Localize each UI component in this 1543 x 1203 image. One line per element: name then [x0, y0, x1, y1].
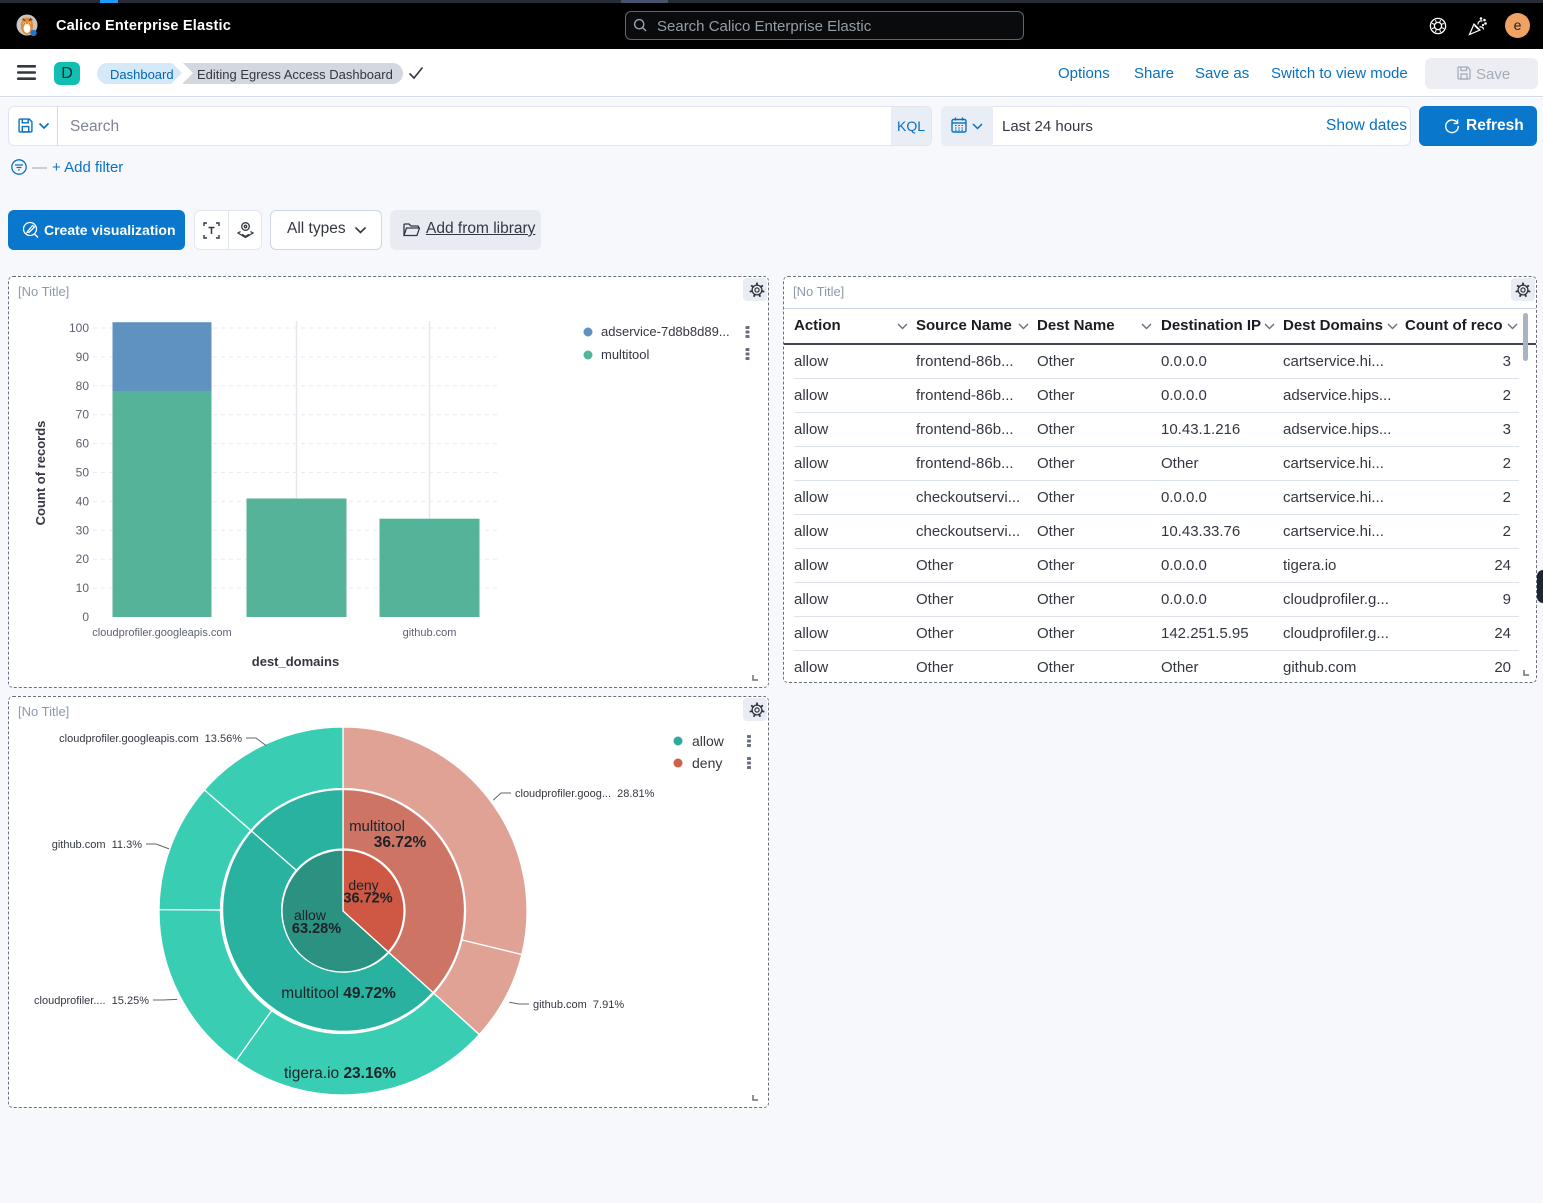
svg-text:github.com 7.91%: github.com 7.91%	[533, 999, 624, 1011]
svg-text:0: 0	[82, 610, 89, 624]
svg-text:63.28%: 63.28%	[292, 921, 341, 937]
svg-text:github.com 11.3%: github.com 11.3%	[52, 839, 143, 851]
svg-text:adservice-7d8b8d89...: adservice-7d8b8d89...	[601, 324, 730, 339]
svg-text:multitool: multitool	[349, 818, 405, 835]
svg-text:cloudprofiler.googleapis.com: cloudprofiler.googleapis.com 13.56%	[59, 733, 242, 745]
svg-text:multitool: multitool	[601, 347, 650, 362]
svg-text:tigera.io 23.16%: tigera.io 23.16%	[284, 1065, 396, 1082]
svg-text:36.72%: 36.72%	[343, 891, 392, 907]
svg-text:100: 100	[69, 321, 89, 335]
svg-text:70: 70	[76, 408, 90, 422]
svg-text:50: 50	[76, 466, 90, 480]
svg-text:Count of records: Count of records	[33, 421, 48, 526]
svg-text:36.72%: 36.72%	[374, 834, 427, 851]
svg-text:30: 30	[76, 523, 90, 537]
svg-text:10: 10	[76, 581, 90, 595]
svg-text:40: 40	[76, 494, 90, 508]
svg-text:github.com: github.com	[403, 627, 457, 639]
svg-text:deny: deny	[692, 755, 722, 771]
svg-text:multitool 49.72%: multitool 49.72%	[281, 985, 396, 1002]
svg-text:90: 90	[76, 350, 90, 364]
svg-text:20: 20	[76, 552, 90, 566]
svg-text:cloudprofiler.... 15.25%: cloudprofiler.... 15.25%	[34, 995, 149, 1007]
svg-text:dest_domains: dest_domains	[252, 654, 339, 669]
svg-text:80: 80	[76, 379, 90, 393]
svg-text:allow: allow	[692, 733, 725, 749]
svg-text:60: 60	[76, 437, 90, 451]
svg-text:cloudprofiler.goog... 28.81%: cloudprofiler.goog... 28.81%	[515, 788, 655, 800]
svg-text:cloudprofiler.googleapis.com: cloudprofiler.googleapis.com	[92, 627, 231, 639]
